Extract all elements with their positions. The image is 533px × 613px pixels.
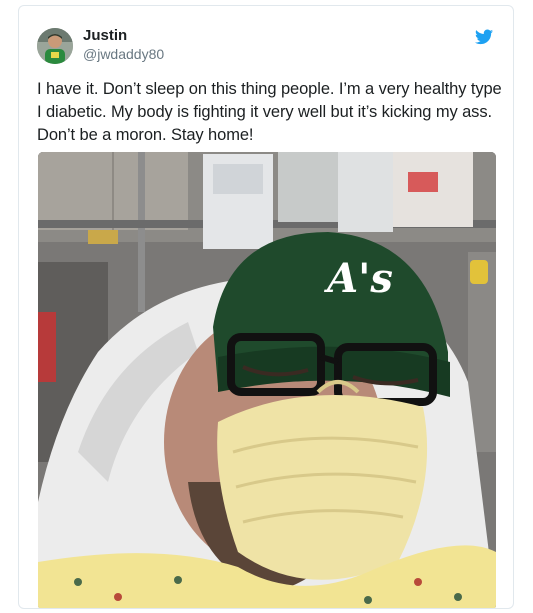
twitter-bird-icon[interactable] <box>475 29 493 45</box>
avatar-photo-icon <box>37 28 73 64</box>
tweet-card: Justin @jwdaddy80 I have it. Don’t sleep… <box>18 5 514 609</box>
author-name[interactable]: Justin <box>83 27 127 44</box>
tweet-photo[interactable]: A's <box>38 152 496 608</box>
tweet-text: I have it. Don’t sleep on this thing peo… <box>37 78 507 147</box>
avatar[interactable] <box>37 28 73 64</box>
tweet-text-line: Don’t be a moron. Stay home! <box>37 126 254 144</box>
tweet-text-line: I have it. Don’t sleep on this thing peo… <box>37 80 502 98</box>
hat-logo: A's <box>323 255 393 302</box>
tweet-text-line: I diabetic. My body is fighting it very … <box>37 103 492 121</box>
hospital-selfie-illustration: A's <box>38 152 496 608</box>
author-handle[interactable]: @jwdaddy80 <box>83 46 164 62</box>
